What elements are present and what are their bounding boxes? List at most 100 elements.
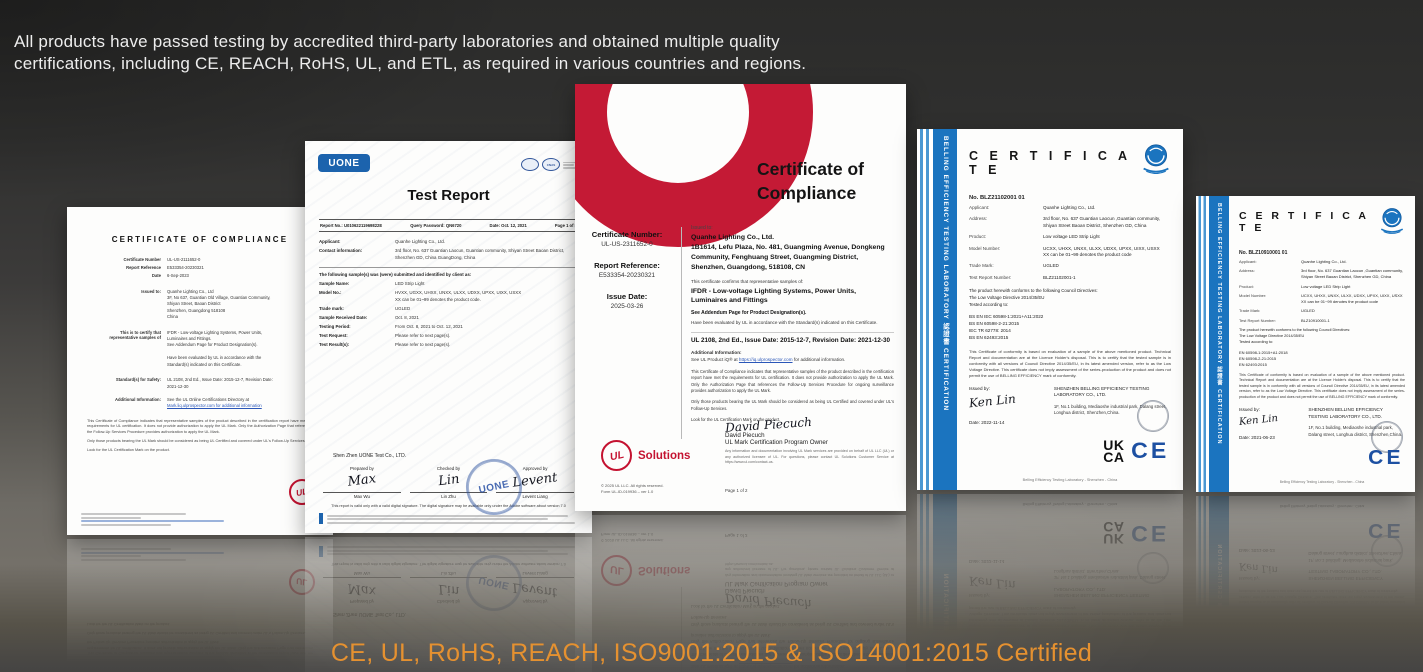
sample-statement: The following sample(s) was (were) submi… — [319, 267, 578, 277]
validity-note: This report is valid only with a valid d… — [319, 504, 578, 508]
field-label: Test Request: — [319, 333, 395, 340]
field-value: Quanhe Lighting Co., Ltd. — [395, 239, 578, 246]
field-row: Model Number:UCXX, UHXX, UNXX, ULXX, UDX… — [969, 246, 1171, 259]
field-label: Applicant: — [319, 239, 395, 246]
field-label: Sample Name: — [319, 281, 395, 288]
uone-stamp-icon: UONE — [461, 453, 527, 519]
certificate-body-text: This Certificate of Compliance indicates… — [691, 369, 894, 394]
micro-text-lines — [327, 513, 578, 524]
ce-mark: CE — [1368, 447, 1403, 470]
field-value: IFDR - Low-voltage Lighting Systems, Pow… — [167, 330, 319, 349]
field-value: See the UL Online Certifications Directo… — [167, 397, 319, 410]
field-value: UGLED — [1043, 263, 1171, 270]
field-row: Model Number:UCXX, UHXX, UNXX, ULXX, UDX… — [1239, 293, 1405, 305]
belling-globe-icon — [1379, 206, 1405, 234]
conformity-marks: UKCA CE — [1103, 438, 1169, 464]
cert2-title: Test Report — [319, 187, 578, 204]
confirm-statement: This certificate confirms that represent… — [691, 279, 894, 284]
standards-list: BS EN IEC 60598-1:2021+A11:2022 BS EN 60… — [969, 313, 1171, 341]
field-value: 3rd floor, No. 637 Guantian Laocun ,Guan… — [1043, 216, 1171, 229]
certificate-ul-compliance-large: Certificate ofCompliance Certificate Num… — [575, 84, 906, 511]
certificate-body-text: This Certificate of Compliance indicates… — [87, 419, 313, 436]
field-value: From Oct. 8, 2021 to Oct. 12, 2021 — [395, 324, 578, 331]
report-meta-row: Report No.: U01062211969822E Query Passw… — [319, 219, 578, 232]
field-label: Sample Received Date: — [319, 315, 395, 322]
field-row: Product:Low voltage LED Strip Light — [969, 234, 1171, 241]
field-row: Model No.:HVXX, UGXX, UHXX, UNXX, ULXX, … — [319, 290, 578, 303]
field-label: Certificate Number — [81, 257, 167, 263]
certificate-meta-column: Certificate Number: UL-US-2311652-0 Repo… — [577, 230, 677, 310]
signature-row: Prepared by Max Max Wu Checked by Lin Li… — [319, 466, 578, 500]
certification-side-band: BELLING EFFICIENCY TESTING LABORATORY 認證… — [917, 129, 957, 490]
field-row: Certificate NumberUL-US-2111652-0 — [81, 257, 319, 263]
field-value: 3rd floor, No. 637 Guantian Laocun ,Guan… — [1301, 268, 1405, 280]
field-label: Trade mark: — [319, 306, 395, 313]
field-value: UL-US-2311652-0 — [577, 241, 677, 248]
field-value: Quanhe Lighting Co., Ltd. — [1301, 259, 1405, 265]
ilac-logo-icon — [521, 158, 539, 171]
field-row: Have been evaluated by UL in accordance … — [81, 355, 319, 368]
copyright-note: © 2025 UL LLC. All rights reserved. Form… — [601, 483, 664, 495]
query-password: Query Password: QN6720 — [410, 223, 461, 228]
certificate-body-text: This Certificate of conformity is based … — [969, 349, 1171, 379]
issuing-company: Shen Zhen UONE Test Co., LTD. — [333, 453, 578, 459]
issued-to-label: Issued to: — [691, 225, 894, 231]
ul-logo-icon: UL — [601, 440, 632, 471]
field-value: Please refer to next page(s). — [395, 342, 578, 349]
certificate-number: No. BLZ10910001 01 — [1239, 250, 1405, 256]
field-value: UCXX, UHXX, UNXX, ULXX, UDXX, UPXX, UIXX… — [1301, 293, 1405, 305]
side-band-text: BELLING EFFICIENCY TESTING LABORATORY 認證… — [933, 136, 957, 486]
certificate-main-column: Issued to: Quanhe Lighting Co., Ltd. 1B1… — [691, 225, 894, 427]
field-value: HVXX, UGXX, UHXX, UNXX, ULXX, UDXX, UPXX… — [395, 290, 578, 303]
ul-solutions-logo: UL Solutions — [601, 440, 690, 471]
issue-block: Issued by: Ken Lin Date: 2022-11-14 — [969, 386, 1016, 425]
field-label: Standard(s) for Safety: — [81, 377, 167, 390]
uone-logo: UONE — [318, 154, 370, 172]
field-row: Test Result(s):Please refer to next page… — [319, 342, 578, 349]
certifications-banner: All products have passed testing by accr… — [0, 0, 1423, 672]
field-row: Sample Received Date:Oct. 8, 2021 — [319, 315, 578, 322]
field-value: E533354-20230321 — [167, 265, 319, 271]
field-label: Address: — [1239, 268, 1301, 280]
ukca-mark: UKCA — [1103, 439, 1124, 464]
field-label: Applicant: — [969, 205, 1043, 212]
field-row: Test Request:Please refer to next page(s… — [319, 333, 578, 340]
field-label: Trade Mark: — [969, 263, 1043, 270]
field-row: Additional Information:See the UL Online… — [81, 397, 319, 410]
issue-date: Date: 2022-11-14 — [969, 420, 1016, 425]
field-value: UCXX, UHXX, UNXX, ULXX, UDXX, UPXX, UIXX… — [1043, 246, 1171, 259]
field-value: UGLED — [395, 306, 578, 313]
header-text: All products have passed testing by accr… — [14, 31, 994, 76]
directory-link-text: Mark.liq.ulprospector.com for additional… — [167, 403, 262, 408]
field-value: LED Strip Light — [395, 281, 578, 288]
certificate-number: No. BLZ21102001 01 — [969, 195, 1171, 201]
field-label: Issue Date: — [577, 292, 677, 301]
cert3-title: Certificate ofCompliance — [757, 157, 864, 206]
directives-statement: The product herewith conforms to the fol… — [1239, 328, 1405, 345]
field-row: Applicant:Quanhe Lighting Co., Ltd. — [1239, 259, 1405, 265]
field-label: This is to certify that representative s… — [81, 330, 167, 349]
standards-list: EN 60598-1:2015+A1:2018 EN 60598-2-21:20… — [1239, 350, 1405, 369]
signature-block: Prepared by Max Max Wu — [323, 466, 401, 500]
field-label: Model Number: — [969, 246, 1043, 259]
report-date: Date: Oct. 12, 2021 — [490, 223, 527, 228]
field-value: Low voltage LED Strip Light — [1043, 234, 1171, 241]
signature-ken-lin: Ken Lin — [968, 391, 1016, 410]
field-row: Issued to:Quanhe Lighting Co., Ltd 3F, N… — [81, 289, 319, 320]
field-label: Additional Information: — [81, 397, 167, 410]
conformity-marks: CE — [1369, 447, 1403, 470]
field-row: Sample Name:LED Strip Light — [319, 281, 578, 288]
directives-statement: The product herewith conforms to the fol… — [969, 288, 1171, 308]
field-label: Product: — [969, 234, 1043, 241]
field-row: Trade Mark:UGLED — [969, 263, 1171, 270]
certificate-belling-ce: BELLING EFFICIENCY TESTING LABORATORY 認證… — [1196, 196, 1415, 492]
side-band-text: BELLING EFFICIENCY TESTING LABORATORY 認證… — [1209, 203, 1229, 488]
field-row: Test Report Number:BLZ21102001-1 — [969, 275, 1171, 282]
field-row: Trade Mark:UGLED — [1239, 308, 1405, 314]
company-stamp-icon — [1134, 396, 1173, 435]
field-row: Standard(s) for Safety:UL 2108, 2nd Ed.,… — [81, 377, 319, 390]
issue-date: Date: 2021-06-23 — [1239, 435, 1278, 440]
accreditation-logos: CNAS — [521, 158, 578, 171]
field-row: Testing Period:From Oct. 8, 2021 to Oct.… — [319, 324, 578, 331]
field-value: Please refer to next page(s). — [395, 333, 578, 340]
